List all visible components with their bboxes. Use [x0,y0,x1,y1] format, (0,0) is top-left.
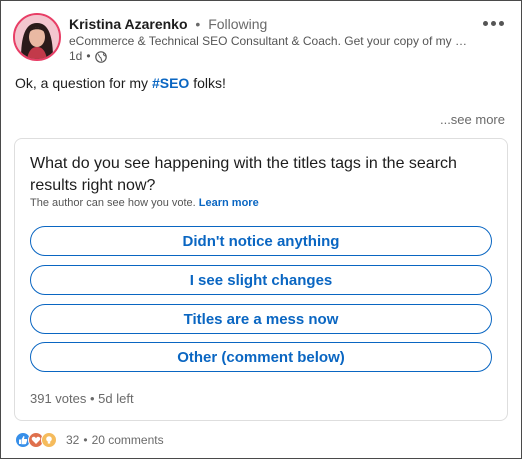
post-text-before: Ok, a question for my [15,75,152,91]
poll-note-text: The author can see how you vote. [30,197,196,209]
post-card: Kristina Azarenko • Following eCommerce … [0,0,522,459]
poll-option-2[interactable]: I see slight changes [30,265,492,295]
comments-count[interactable]: 20 comments [92,433,164,447]
post-text: Ok, a question for my #SEO folks! [15,74,226,92]
reactions[interactable] [15,432,57,448]
poll-option-4[interactable]: Other (comment below) [30,342,492,372]
dot [482,20,488,26]
poll-note: The author can see how you vote. Learn m… [30,196,259,210]
author-name[interactable]: Kristina Azarenko [69,16,188,32]
globe-icon [94,50,107,63]
poll: What do you see happening with the title… [14,138,508,421]
author-avatar[interactable] [13,13,61,61]
dot [490,20,496,26]
follow-status: Following [208,16,268,32]
dot [498,20,504,26]
post-time: 1d [69,49,83,63]
meta-separator: • [86,49,91,63]
poll-question: What do you see happening with the title… [30,155,457,194]
post-text-after: folks! [189,75,226,91]
social-separator: • [83,433,88,447]
poll-option-3[interactable]: Titles are a mess now [30,304,492,334]
poll-footer: 391 votes • 5d left [30,391,134,406]
see-more-button[interactable]: ...see more [440,112,505,127]
learn-more-link[interactable]: Learn more [199,197,259,209]
author-separator: • [195,16,201,32]
social-counts: 32 • 20 comments [15,432,164,448]
poll-option-1[interactable]: Didn't notice anything [30,226,492,256]
insightful-reaction-icon [41,432,57,448]
more-options-icon[interactable] [479,13,507,33]
post-meta: 1d • [69,49,107,64]
author-headline: eCommerce & Technical SEO Consultant & C… [69,34,469,48]
reactions-count[interactable]: 32 [66,433,79,447]
hashtag-link[interactable]: #SEO [152,75,189,91]
author-row: Kristina Azarenko • Following [69,15,267,33]
